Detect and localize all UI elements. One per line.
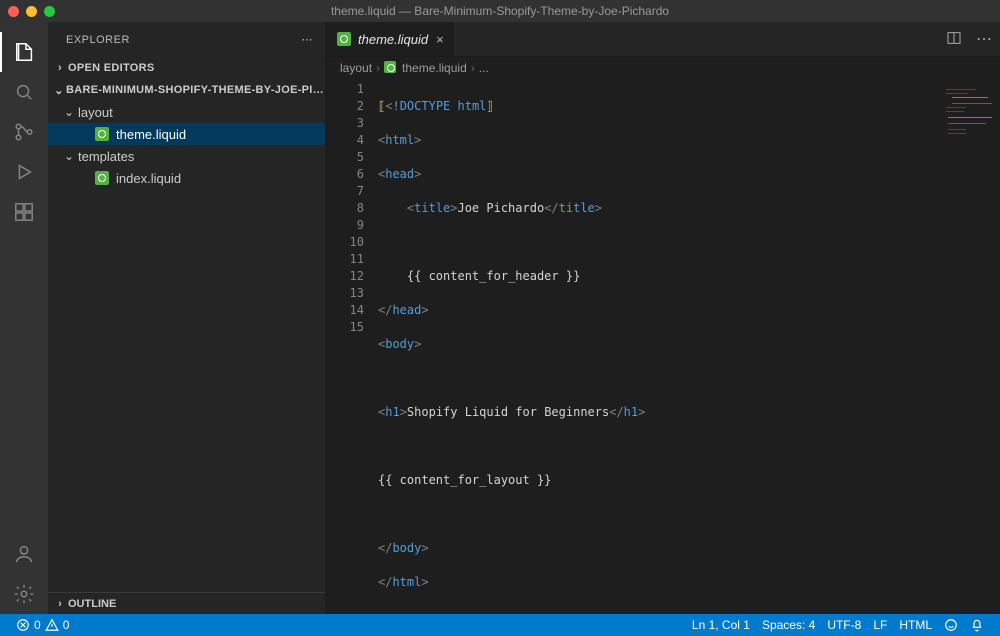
folder-layout[interactable]: ⌄ layout xyxy=(48,101,325,123)
tree-label: index.liquid xyxy=(116,171,181,186)
section-open-editors[interactable]: › OPEN EDITORS xyxy=(48,57,325,79)
chevron-right-icon: › xyxy=(52,598,68,610)
liquid-file-icon xyxy=(384,61,398,75)
status-warning-count: 0 xyxy=(63,618,70,632)
sidebar: EXPLORER ⋯ › OPEN EDITORS ⌄ BARE-MINIMUM… xyxy=(48,22,326,614)
section-project[interactable]: ⌄ BARE-MINIMUM-SHOPIFY-THEME-BY-JOE-PICH… xyxy=(48,79,325,101)
section-label: OUTLINE xyxy=(68,598,116,610)
line-number-gutter: 123456789101112131415 xyxy=(326,79,378,614)
sidebar-header: EXPLORER ⋯ xyxy=(48,22,325,57)
search-icon[interactable] xyxy=(0,72,48,112)
extensions-icon[interactable] xyxy=(0,192,48,232)
window-title: theme.liquid — Bare-Minimum-Shopify-Them… xyxy=(0,4,1000,18)
liquid-file-icon xyxy=(94,126,110,142)
maximize-window-icon[interactable] xyxy=(44,6,55,17)
more-actions-icon[interactable]: ⋯ xyxy=(976,29,992,49)
section-outline[interactable]: › OUTLINE xyxy=(48,592,325,614)
section-label: OPEN EDITORS xyxy=(68,62,155,74)
file-index-liquid[interactable]: index.liquid xyxy=(48,167,325,189)
tab-label: theme.liquid xyxy=(358,32,428,47)
minimize-window-icon[interactable] xyxy=(26,6,37,17)
chevron-down-icon: ⌄ xyxy=(62,105,76,119)
split-editor-icon[interactable] xyxy=(946,30,962,49)
sidebar-title: EXPLORER xyxy=(66,34,130,46)
code-area[interactable]: 123456789101112131415 ⟦<!DOCTYPE html⟧ <… xyxy=(326,79,1000,614)
file-tree: ⌄ layout theme.liquid ⌄ templates index.… xyxy=(48,101,325,193)
titlebar: theme.liquid — Bare-Minimum-Shopify-Them… xyxy=(0,0,1000,22)
window-controls xyxy=(8,6,55,17)
breadcrumb-seg[interactable]: layout xyxy=(340,61,372,75)
file-theme-liquid[interactable]: theme.liquid xyxy=(48,123,325,145)
account-icon[interactable] xyxy=(0,534,48,574)
explorer-icon[interactable] xyxy=(0,32,48,72)
sidebar-more-icon[interactable]: ⋯ xyxy=(302,33,314,46)
chevron-down-icon: ⌄ xyxy=(62,149,76,163)
breadcrumb-seg[interactable]: ... xyxy=(479,61,489,75)
section-label: BARE-MINIMUM-SHOPIFY-THEME-BY-JOE-PICHAR… xyxy=(66,84,325,96)
editor-group: theme.liquid × ⋯ layout › theme.liquid ›… xyxy=(326,22,1000,614)
activity-bar xyxy=(0,22,48,614)
tree-label: theme.liquid xyxy=(116,127,186,142)
tree-label: templates xyxy=(78,149,134,164)
close-tab-icon[interactable]: × xyxy=(436,32,444,47)
editor-actions: ⋯ xyxy=(946,22,1000,56)
status-error-count: 0 xyxy=(34,618,41,632)
chevron-right-icon: › xyxy=(52,62,68,74)
run-debug-icon[interactable] xyxy=(0,152,48,192)
breadcrumb-seg[interactable]: theme.liquid xyxy=(402,61,467,75)
status-problems[interactable]: 0 0 xyxy=(10,618,75,632)
breadcrumb[interactable]: layout › theme.liquid › ... xyxy=(326,57,1000,79)
minimap[interactable] xyxy=(934,85,994,145)
chevron-right-icon: › xyxy=(471,61,475,75)
main-area: EXPLORER ⋯ › OPEN EDITORS ⌄ BARE-MINIMUM… xyxy=(0,22,1000,614)
close-window-icon[interactable] xyxy=(8,6,19,17)
gear-icon[interactable] xyxy=(0,574,48,614)
source-control-icon[interactable] xyxy=(0,112,48,152)
folder-templates[interactable]: ⌄ templates xyxy=(48,145,325,167)
code-content[interactable]: ⟦<!DOCTYPE html⟧ <html> <head> <title>Jo… xyxy=(378,79,1000,614)
liquid-file-icon xyxy=(336,31,352,47)
tab-bar: theme.liquid × ⋯ xyxy=(326,22,1000,57)
tree-label: layout xyxy=(78,105,113,120)
liquid-file-icon xyxy=(94,170,110,186)
tab-theme-liquid[interactable]: theme.liquid × xyxy=(326,22,455,56)
chevron-right-icon: › xyxy=(376,61,380,75)
chevron-down-icon: ⌄ xyxy=(52,84,66,97)
